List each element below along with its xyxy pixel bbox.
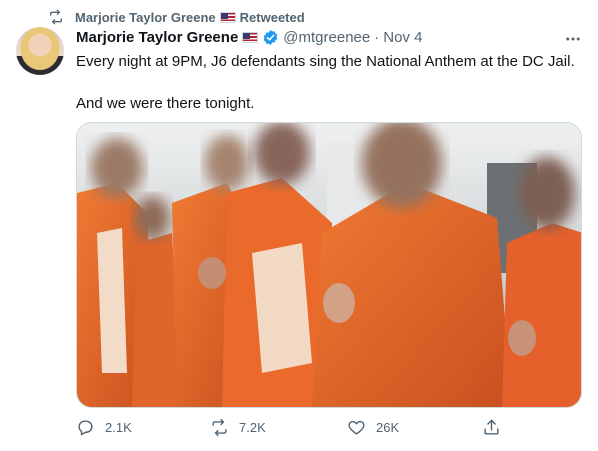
share-button[interactable] bbox=[482, 418, 501, 437]
heart-icon bbox=[348, 420, 365, 435]
tweet-text-line-1: Every night at 9PM, J6 defendants sing t… bbox=[76, 53, 575, 70]
author-handle[interactable]: @mtgreenee bbox=[283, 29, 370, 46]
retweeted-label: Retweeted bbox=[239, 9, 305, 25]
reply-icon bbox=[78, 420, 93, 436]
retweet-button[interactable]: 7.2K bbox=[210, 418, 266, 437]
verified-badge-icon bbox=[264, 30, 278, 45]
reply-count: 2.1K bbox=[105, 420, 132, 435]
tweet-header: Marjorie Taylor Greene @mtgreenee · Nov … bbox=[76, 29, 558, 46]
more-options-button[interactable] bbox=[564, 30, 582, 48]
reply-button[interactable]: 2.1K bbox=[76, 418, 132, 437]
tweet-media-photo[interactable] bbox=[76, 122, 582, 408]
retweet-icon bbox=[212, 418, 227, 437]
retweet-banner: Marjorie Taylor Greene Retweeted bbox=[48, 8, 305, 26]
like-count: 26K bbox=[376, 420, 400, 435]
jail-photo-image bbox=[77, 123, 581, 407]
like-button[interactable]: 26K bbox=[347, 418, 399, 437]
author-name[interactable]: Marjorie Taylor Greene bbox=[76, 29, 238, 46]
us-flag-icon bbox=[219, 11, 236, 23]
retweet-icon bbox=[50, 9, 62, 25]
more-icon bbox=[566, 37, 580, 41]
tweet-text-line-2: And we were there tonight. bbox=[76, 95, 255, 112]
tweet-actions: 2.1K 7.2K 26K bbox=[76, 418, 582, 442]
tweet-date[interactable]: Nov 4 bbox=[383, 29, 422, 46]
us-flag-icon bbox=[242, 32, 259, 43]
share-icon bbox=[484, 419, 499, 435]
retweeter-name[interactable]: Marjorie Taylor Greene bbox=[75, 10, 216, 25]
separator-dot: · bbox=[374, 29, 380, 46]
avatar[interactable] bbox=[16, 27, 64, 75]
retweet-count: 7.2K bbox=[239, 420, 266, 435]
